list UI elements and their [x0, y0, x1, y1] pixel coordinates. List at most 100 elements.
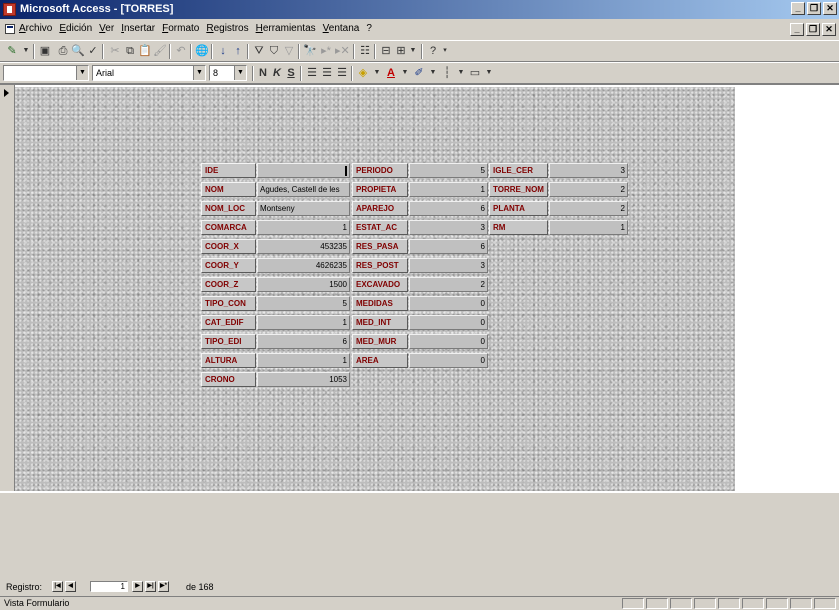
hyperlink-icon[interactable]: 🌐 — [195, 44, 209, 58]
save-icon[interactable]: ▣ — [38, 44, 52, 58]
filter-by-form-icon[interactable]: ⛉ — [267, 44, 281, 58]
properties-icon[interactable]: ☷ — [358, 44, 372, 58]
doc-restore-icon[interactable]: ❐ — [806, 23, 820, 36]
database-window-icon[interactable]: ⊟ — [379, 44, 393, 58]
toolbar-options-icon[interactable]: ▾ — [438, 44, 452, 58]
view-dropdown-icon[interactable]: ▼ — [19, 44, 33, 58]
next-record-icon[interactable]: ▶ — [132, 581, 143, 592]
value-propieta[interactable]: 1 — [409, 182, 488, 197]
record-selector[interactable] — [0, 85, 15, 491]
access-app-icon[interactable] — [3, 3, 16, 16]
value-comarca[interactable]: 1 — [257, 220, 350, 235]
line-width-icon[interactable]: ┆ — [440, 66, 454, 80]
value-coor-z[interactable]: 1500 — [257, 277, 350, 292]
value-crono[interactable]: 1053 — [257, 372, 350, 387]
align-right-icon[interactable]: ☰ — [335, 66, 349, 80]
print-icon[interactable]: ⎙ — [56, 44, 70, 58]
first-record-icon[interactable]: |◀ — [52, 581, 63, 592]
last-record-icon[interactable]: ▶| — [145, 581, 156, 592]
value-medidas[interactable]: 0 — [409, 296, 488, 311]
size-combo-dropdown-icon[interactable]: ▼ — [234, 66, 246, 80]
value-tipo-con[interactable]: 5 — [257, 296, 350, 311]
menu-edicion[interactable]: Edición — [59, 23, 92, 34]
italic-icon[interactable]: K — [270, 66, 284, 80]
menu-ventana[interactable]: Ventana — [323, 23, 360, 34]
new-record-nav-icon[interactable]: ▶* — [158, 581, 169, 592]
filter-by-selection-icon[interactable]: ⛛ — [252, 44, 266, 58]
value-res-pasa[interactable]: 6 — [409, 239, 488, 254]
special-effect-dropdown-icon[interactable]: ▼ — [482, 66, 496, 80]
value-med-int[interactable]: 0 — [409, 315, 488, 330]
value-torre-nom[interactable]: 2 — [549, 182, 628, 197]
underline-icon[interactable]: S — [284, 66, 298, 80]
value-area[interactable]: 0 — [409, 353, 488, 368]
value-aparejo[interactable]: 6 — [409, 201, 488, 216]
special-effect-icon[interactable]: ▭ — [468, 66, 482, 80]
menu-herramientas[interactable]: Herramientas — [256, 23, 316, 34]
value-tipo-edi[interactable]: 6 — [257, 334, 350, 349]
undo-icon[interactable]: ↶ — [174, 44, 188, 58]
object-combo[interactable]: ▼ — [3, 65, 89, 81]
menu-registros[interactable]: Registros — [206, 23, 248, 34]
font-color-dropdown-icon[interactable]: ▼ — [398, 66, 412, 80]
label-igle-cer: IGLE_CER — [489, 163, 548, 178]
value-igle-cer[interactable]: 3 — [549, 163, 628, 178]
close-icon[interactable]: ✕ — [823, 2, 837, 15]
value-cat-edif[interactable]: 1 — [257, 315, 350, 330]
new-record-icon[interactable]: ▸* — [319, 44, 333, 58]
label-excavado: EXCAVADO — [352, 277, 408, 292]
bold-icon[interactable]: N — [256, 66, 270, 80]
align-left-icon[interactable]: ☰ — [305, 66, 319, 80]
value-ide[interactable] — [257, 163, 350, 178]
font-color-icon[interactable]: A — [384, 66, 398, 80]
doc-close-icon[interactable]: ✕ — [822, 23, 836, 36]
font-combo-dropdown-icon[interactable]: ▼ — [193, 66, 205, 80]
spelling-icon[interactable]: ✓ — [86, 44, 100, 58]
value-rm[interactable]: 1 — [549, 220, 628, 235]
size-combo[interactable]: 8 ▼ — [209, 65, 247, 81]
sort-descending-icon[interactable]: ↑ — [231, 44, 245, 58]
previous-record-icon[interactable]: ◀ — [65, 581, 76, 592]
format-painter-icon[interactable]: 🖌 — [153, 44, 167, 58]
doc-minimize-icon[interactable]: _ — [790, 23, 804, 36]
value-altura[interactable]: 1 — [257, 353, 350, 368]
print-preview-icon[interactable]: 🔍 — [71, 44, 85, 58]
value-med-mur[interactable]: 0 — [409, 334, 488, 349]
form-doc-icon[interactable] — [5, 24, 15, 34]
value-nom[interactable]: Agudes, Castell de les — [257, 182, 350, 197]
restore-icon[interactable]: ❐ — [807, 2, 821, 15]
value-nom-loc[interactable]: Montseny — [257, 201, 350, 216]
value-planta[interactable]: 2 — [549, 201, 628, 216]
view-icon[interactable]: ✎ — [5, 44, 19, 58]
delete-record-icon[interactable]: ▸✕ — [335, 44, 350, 58]
value-excavado[interactable]: 2 — [409, 277, 488, 292]
sort-ascending-icon[interactable]: ↓ — [216, 44, 230, 58]
menu-archivo[interactable]: Archivo — [19, 23, 52, 34]
value-coor-x[interactable]: 453235 — [257, 239, 350, 254]
minimize-icon[interactable]: _ — [791, 2, 805, 15]
menu-ver[interactable]: Ver — [99, 23, 114, 34]
align-center-icon[interactable]: ☰ — [320, 66, 334, 80]
line-color-icon[interactable]: ✐ — [412, 66, 426, 80]
status-panel — [646, 598, 668, 609]
find-icon[interactable]: 🔭 — [303, 44, 317, 58]
fill-color-icon[interactable]: ◈ — [356, 66, 370, 80]
value-periodo[interactable]: 5 — [409, 163, 488, 178]
cut-icon[interactable]: ✂ — [108, 44, 122, 58]
record-number-input[interactable]: 1 — [90, 581, 128, 592]
value-res-post[interactable]: 3 — [409, 258, 488, 273]
line-width-dropdown-icon[interactable]: ▼ — [454, 66, 468, 80]
font-combo[interactable]: Arial ▼ — [92, 65, 206, 81]
copy-icon[interactable]: ⧉ — [123, 44, 137, 58]
fill-color-dropdown-icon[interactable]: ▼ — [370, 66, 384, 80]
apply-filter-icon[interactable]: ▽ — [282, 44, 296, 58]
value-estat-ac[interactable]: 3 — [409, 220, 488, 235]
menu-help[interactable]: ? — [366, 23, 372, 34]
menu-insertar[interactable]: Insertar — [121, 23, 155, 34]
menu-formato[interactable]: Formato — [162, 23, 199, 34]
paste-icon[interactable]: 📋 — [138, 44, 152, 58]
object-combo-dropdown-icon[interactable]: ▼ — [76, 66, 88, 80]
line-color-dropdown-icon[interactable]: ▼ — [426, 66, 440, 80]
value-coor-y[interactable]: 4626235 — [257, 258, 350, 273]
new-object-dropdown-icon[interactable]: ▼ — [406, 44, 420, 58]
